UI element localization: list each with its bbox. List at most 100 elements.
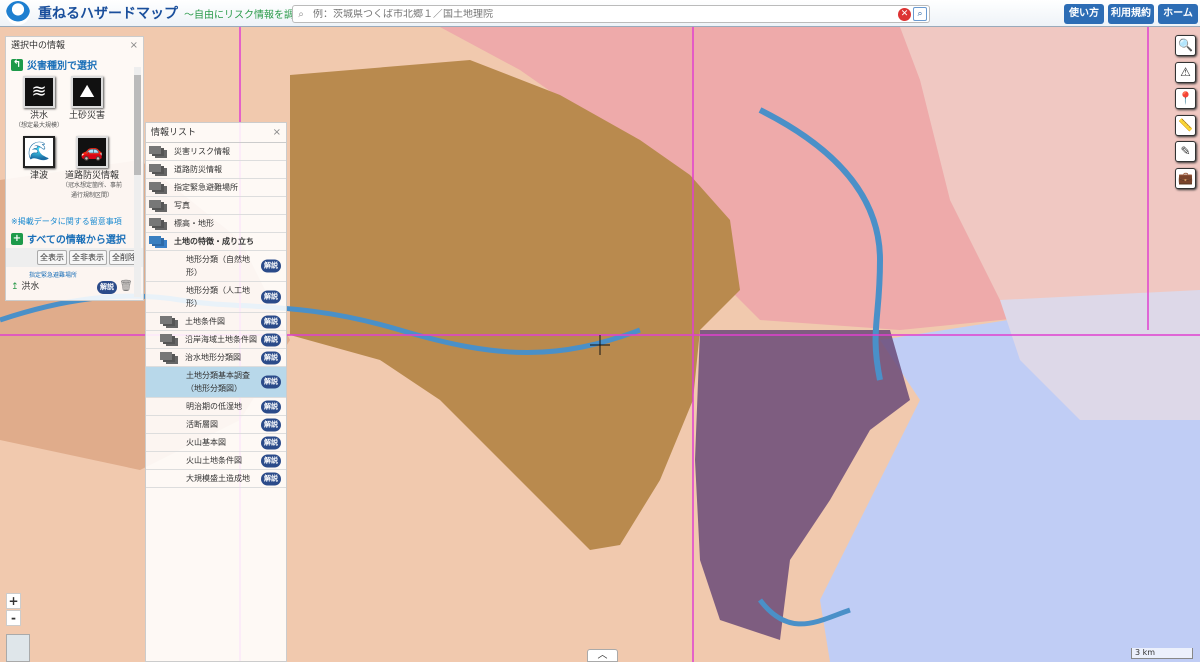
explain-button[interactable]: 解説	[261, 315, 281, 328]
app-title[interactable]: 重ねるハザードマップ	[38, 3, 178, 23]
selected-info-panel: 選択中の情報 × ↰ 災害種別で選択 ≋ 洪水 （想定最大規模） ⛰ 土砂災害 🌊 津波 🚗…	[5, 36, 144, 301]
info-list-item[interactable]: 治水地形分類図 解説	[146, 349, 286, 367]
category-land-features[interactable]: 土地の特徴・成り立ち	[146, 233, 286, 251]
hazard-road[interactable]: 🚗 道路防災情報 （冠水想定箇所、事前通行規制区間）	[62, 136, 122, 201]
app-header: 重ねるハザードマップ ～自由にリスク情報を調べる～ ⌕ ✕ ⌕ 使い方 利用規約…	[0, 0, 1200, 27]
info-list-item[interactable]: 土地分類基本調査（地形分類図） 解説	[146, 367, 286, 398]
category-label: 災害リスク情報	[174, 147, 230, 156]
home-button[interactable]: ホーム	[1158, 4, 1198, 24]
explain-button[interactable]: 解説	[261, 333, 281, 346]
explain-button[interactable]: 解説	[261, 472, 281, 485]
hazard-label: 土砂災害	[68, 111, 105, 121]
info-list-item[interactable]: 活断層図 解説	[146, 416, 286, 434]
folder-icon	[149, 182, 169, 193]
item-label: 火山基本図	[186, 438, 226, 447]
hazard-search-icon[interactable]: ⚠	[1175, 61, 1196, 83]
info-list-item[interactable]: 沿岸海域土地条件図 解説	[146, 331, 286, 349]
base-map-switcher[interactable]	[6, 634, 30, 662]
category-item[interactable]: 災害リスク情報	[146, 143, 286, 161]
zoom-in-button[interactable]: +	[6, 593, 21, 609]
hazard-sublabel: （想定最大規模）	[14, 122, 63, 129]
clear-icon[interactable]: ✕	[898, 7, 911, 21]
flood-icon: ≋	[23, 76, 55, 108]
category-label: 標高・地形	[174, 219, 214, 228]
info-list-item[interactable]: 大規模盛土造成地 解説	[146, 470, 286, 488]
explain-button[interactable]: 解説	[261, 259, 281, 273]
hazard-label: 道路防災情報	[64, 171, 119, 181]
landslide-icon: ⛰	[71, 76, 103, 108]
chevron-up-icon[interactable]: ︿	[587, 649, 618, 662]
explain-button[interactable]: 解説	[261, 454, 281, 467]
scrollbar[interactable]	[134, 67, 141, 297]
category-item[interactable]: 指定緊急避難場所	[146, 179, 286, 197]
layer-name: 洪水	[21, 282, 40, 292]
hazard-tsunami[interactable]: 🌊 津波	[14, 136, 64, 181]
folder-icon	[149, 146, 169, 157]
explain-button[interactable]: 解説	[261, 418, 281, 431]
item-label: 明治期の低湿地	[186, 402, 242, 411]
selected-layer-item[interactable]: 指定緊急避難場所 ↥ 洪水 解説 🗑	[6, 267, 143, 295]
tsunami-icon: 🌊	[23, 136, 55, 168]
close-icon[interactable]: ×	[130, 37, 138, 55]
close-icon[interactable]: ×	[273, 123, 281, 143]
item-label: 地形分類（自然地形）	[186, 255, 250, 277]
search-area-icon[interactable]: 🔍	[1175, 35, 1196, 56]
folder-icon	[160, 352, 180, 363]
select-all-info-label: すべての情報から選択	[27, 235, 126, 246]
show-all-button[interactable]: 全表示	[37, 250, 67, 265]
item-label: 地形分類（人工地形）	[186, 286, 250, 308]
pencil-icon[interactable]: ✎	[1175, 141, 1196, 162]
search-input[interactable]	[309, 8, 898, 20]
location-pin-icon[interactable]: 📍	[1175, 88, 1196, 109]
item-label: 土地条件図	[185, 317, 225, 326]
info-list-item[interactable]: 地形分類（自然地形） 解説	[146, 251, 286, 282]
info-list-item[interactable]: 火山基本図 解説	[146, 434, 286, 452]
road-disaster-icon: 🚗	[76, 136, 108, 168]
explain-button[interactable]: 解説	[261, 375, 281, 389]
scale-bar: 3 km	[1131, 648, 1193, 659]
explain-button[interactable]: 解説	[261, 436, 281, 449]
search-button[interactable]: ⌕	[913, 7, 927, 21]
hazard-flood[interactable]: ≋ 洪水 （想定最大規模）	[14, 76, 64, 131]
how-to-use-button[interactable]: 使い方	[1064, 4, 1104, 24]
search-box: ⌕ ✕ ⌕	[292, 5, 930, 23]
category-label: 指定緊急避難場所	[174, 183, 238, 192]
folder-icon	[160, 334, 180, 345]
ruler-icon[interactable]: 📏	[1175, 114, 1196, 136]
gsi-logo[interactable]	[6, 1, 30, 25]
category-item[interactable]: 道路防災情報	[146, 161, 286, 179]
select-by-type-label: 災害種別で選択	[27, 61, 97, 72]
explain-button[interactable]: 解説	[97, 281, 117, 294]
info-list-item[interactable]: 明治期の低湿地 解説	[146, 398, 286, 416]
folder-icon	[149, 218, 169, 229]
category-item[interactable]: 標高・地形	[146, 215, 286, 233]
trash-icon[interactable]: 🗑	[119, 279, 133, 292]
briefcase-icon[interactable]: 💼	[1175, 167, 1196, 189]
info-list-item[interactable]: 土地条件図 解説	[146, 313, 286, 331]
hide-all-button[interactable]: 全非表示	[69, 250, 107, 265]
info-list-item[interactable]: 地形分類（人工地形） 解説	[146, 282, 286, 313]
select-all-info-link[interactable]: + すべての情報から選択	[6, 229, 143, 248]
category-item[interactable]: 写真	[146, 197, 286, 215]
category-label: 土地の特徴・成り立ち	[174, 237, 254, 246]
item-label: 火山土地条件図	[186, 456, 242, 465]
hazard-label: 津波	[29, 171, 48, 181]
back-icon: ↰	[11, 58, 23, 71]
zoom-out-button[interactable]: -	[6, 610, 21, 626]
info-list-item[interactable]: 火山土地条件図 解説	[146, 452, 286, 470]
plus-icon: +	[11, 232, 23, 245]
item-label: 大規模盛土造成地	[186, 474, 250, 483]
explain-button[interactable]: 解説	[261, 351, 281, 364]
panel-title: 選択中の情報	[11, 41, 66, 51]
folder-open-icon	[149, 236, 169, 247]
hazard-landslide[interactable]: ⛰ 土砂災害	[62, 76, 112, 121]
explain-button[interactable]: 解説	[261, 400, 281, 413]
folder-icon	[149, 200, 169, 211]
data-notice-link[interactable]: ※掲載データに関する留意事項	[6, 214, 143, 229]
layer-toggle-icon[interactable]: ↥	[11, 282, 19, 292]
explain-button[interactable]: 解説	[261, 290, 281, 304]
terms-button[interactable]: 利用規約	[1108, 4, 1154, 24]
select-by-type-link[interactable]: ↰ 災害種別で選択	[6, 55, 143, 74]
hazard-sublabel: （冠水想定箇所、事前通行規制区間）	[62, 182, 123, 199]
folder-icon	[160, 316, 180, 327]
